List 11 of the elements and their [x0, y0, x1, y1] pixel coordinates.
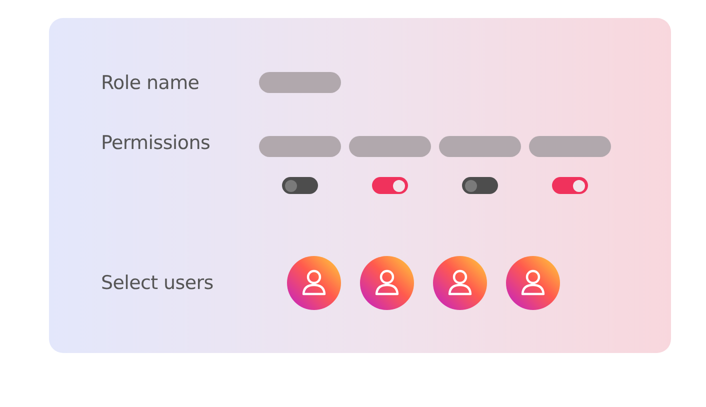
field-label: Permissions	[101, 132, 212, 154]
toggle-switch[interactable]	[552, 177, 588, 194]
user-avatar-icon[interactable]	[287, 256, 341, 310]
toggle-switch[interactable]	[462, 177, 498, 194]
user-avatar-icon[interactable]	[506, 256, 560, 310]
toggle-switch[interactable]	[372, 177, 408, 194]
user-avatar-icon[interactable]	[433, 256, 487, 310]
field-label: Role name	[101, 72, 200, 94]
field-label: Select users	[101, 272, 214, 294]
toggle-switch[interactable]	[282, 177, 318, 194]
user-avatar-icon[interactable]	[360, 256, 414, 310]
